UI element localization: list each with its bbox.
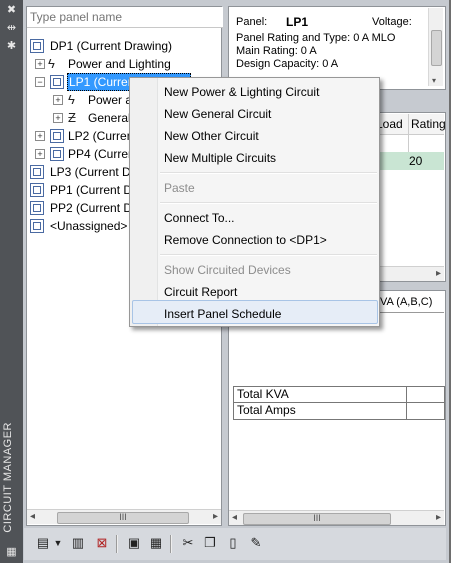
circuit-icon: ϟ [48, 56, 55, 71]
search-input[interactable] [27, 7, 223, 28]
expand-icon[interactable]: + [35, 59, 45, 69]
cut-icon[interactable]: ✂ [178, 533, 198, 553]
dropdown-arrow-icon[interactable]: ▼ [52, 533, 64, 553]
toolbar-separator [116, 535, 118, 553]
expand-icon[interactable]: + [53, 95, 63, 105]
panel-icon [30, 165, 44, 179]
scroll-left-icon[interactable]: ◂ [232, 512, 237, 523]
palette-menu-icon[interactable]: ▦ [5, 546, 18, 559]
panel-icon [30, 219, 44, 233]
design-capacity: Design Capacity: 0 A [236, 58, 339, 70]
expand-icon[interactable]: + [35, 131, 45, 141]
toolbar-separator [170, 535, 172, 553]
grid-row-selected[interactable] [370, 152, 444, 170]
menu-gutter [130, 78, 158, 326]
copy-icon[interactable]: ❐ [200, 533, 220, 553]
properties-icon[interactable]: ✱ [5, 40, 18, 53]
scroll-down-icon[interactable]: ▾ [432, 76, 436, 85]
menu-item-insert-panel-schedule[interactable]: Insert Panel Schedule [164, 303, 281, 325]
menu-item-new-other-circuit[interactable]: New Other Circuit [164, 125, 259, 147]
circuit-icon: ϟ [68, 92, 75, 107]
panel-schedule-icon[interactable]: ▦ [146, 533, 166, 553]
grid-cell-rating: 20 [409, 154, 423, 168]
grid-header-load[interactable]: Load [376, 117, 403, 131]
paste-icon[interactable]: ▯ [223, 533, 243, 553]
collapse-icon[interactable]: − [35, 77, 45, 87]
scroll-thumb[interactable]: III [57, 512, 189, 524]
totals-hscrollbar[interactable]: ◂ III ▸ [229, 510, 444, 525]
scroll-thumb[interactable] [431, 30, 442, 66]
panel-icon [50, 129, 64, 143]
edit-properties-icon[interactable]: ✎ [246, 533, 266, 553]
scroll-right-icon[interactable]: ▸ [213, 511, 218, 522]
expand-icon[interactable]: + [53, 113, 63, 123]
total-amps-label: Total Amps [237, 403, 296, 417]
palette-title-bar: ✖ ⇹ ✱ CIRCUIT MANAGER ▦ [0, 0, 23, 563]
info-vscrollbar[interactable]: ▾ [428, 8, 443, 86]
menu-item-new-power-lighting-circuit[interactable]: New Power & Lighting Circuit [164, 81, 319, 103]
menu-item-new-general-circuit[interactable]: New General Circuit [164, 103, 271, 125]
voltage-label: Voltage: [372, 16, 412, 28]
close-icon[interactable]: ✖ [5, 4, 18, 17]
menu-item-circuit-report[interactable]: Circuit Report [164, 281, 237, 303]
menu-separator [160, 254, 377, 256]
divider [406, 387, 407, 419]
grid-header-rating[interactable]: Rating [411, 117, 446, 131]
palette-title: CIRCUIT MANAGER [2, 422, 14, 533]
menu-item-paste[interactable]: Paste [164, 177, 195, 199]
kva-header: VA (A,B,C) [380, 296, 433, 308]
general-circuit-icon: Ƶ [68, 110, 76, 125]
menu-separator [160, 202, 377, 204]
total-kva-label: Total KVA [237, 387, 289, 401]
panel-rating-type: Panel Rating and Type: 0 A MLO [236, 32, 396, 44]
menu-item-show-circuited-devices[interactable]: Show Circuited Devices [164, 259, 291, 281]
context-menu: New Power & Lighting Circuit New General… [129, 77, 380, 327]
panel-icon [50, 75, 64, 89]
main-rating: Main Rating: 0 A [236, 45, 317, 57]
scroll-right-icon[interactable]: ▸ [436, 512, 441, 523]
menu-separator [160, 172, 377, 174]
auto-hide-icon[interactable]: ⇹ [5, 22, 18, 35]
delete-panel-icon[interactable]: ⊠ [92, 533, 112, 553]
scroll-thumb[interactable]: III [243, 513, 391, 525]
menu-item-new-multiple-circuits[interactable]: New Multiple Circuits [164, 147, 276, 169]
new-panel-copy-icon[interactable]: ▥ [68, 533, 88, 553]
panel-label: Panel: [236, 16, 268, 28]
grid-row[interactable] [370, 134, 444, 153]
scroll-left-icon[interactable]: ◂ [30, 511, 35, 522]
menu-item-connect-to[interactable]: Connect To... [164, 207, 235, 229]
panel-properties-icon[interactable]: ▣ [124, 533, 144, 553]
panel-icon [30, 39, 44, 53]
scroll-right-icon[interactable]: ▸ [436, 268, 441, 279]
menu-item-remove-connection[interactable]: Remove Connection to <DP1> [164, 229, 327, 251]
panel-icon [50, 147, 64, 161]
panel-icon [30, 201, 44, 215]
new-panel-icon[interactable]: ▤ [33, 533, 53, 553]
expand-icon[interactable]: + [35, 149, 45, 159]
panel-icon [30, 183, 44, 197]
tree-hscrollbar[interactable]: ◂ III ▸ [27, 509, 221, 524]
panel-name: LP1 [286, 15, 309, 29]
